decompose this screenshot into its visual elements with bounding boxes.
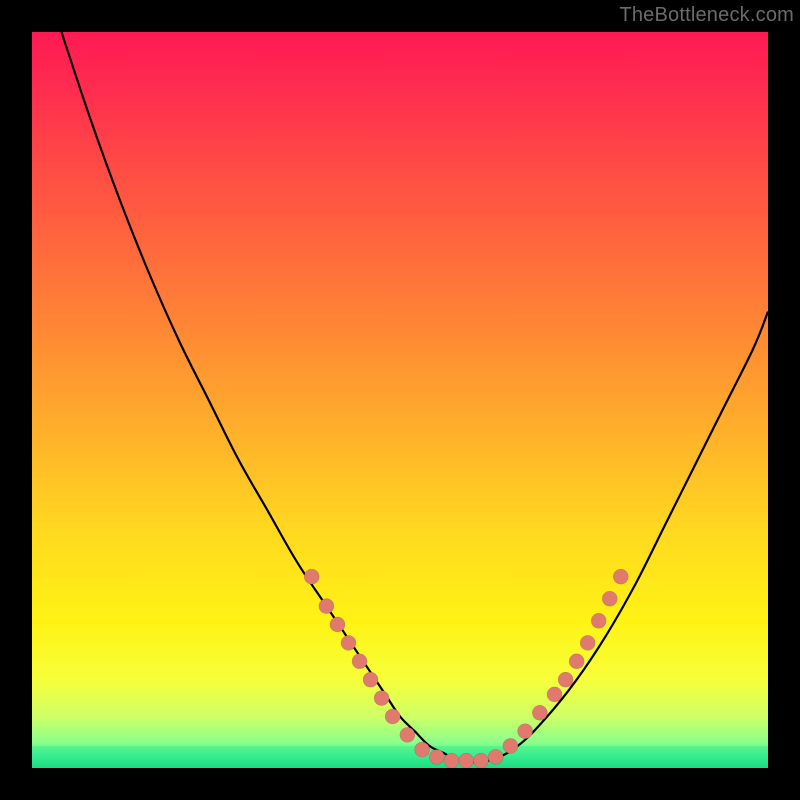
chart-marker [330, 617, 345, 632]
chart-marker [304, 569, 319, 584]
chart-frame: TheBottleneck.com [0, 0, 800, 800]
chart-plot-area [32, 32, 768, 768]
chart-marker [488, 749, 503, 764]
chart-marker [415, 742, 430, 757]
watermark-text: TheBottleneck.com [619, 4, 794, 27]
chart-marker [374, 691, 389, 706]
chart-marker [341, 635, 356, 650]
chart-marker [558, 672, 573, 687]
chart-marker [547, 687, 562, 702]
chart-marker [319, 599, 334, 614]
chart-marker [363, 672, 378, 687]
chart-marker [532, 705, 547, 720]
chart-marker [385, 709, 400, 724]
chart-marker [352, 654, 367, 669]
chart-marker [459, 753, 474, 768]
chart-marker [569, 654, 584, 669]
chart-marker [613, 569, 628, 584]
chart-marker [580, 635, 595, 650]
chart-marker [473, 753, 488, 768]
chart-background-gradient [32, 32, 768, 768]
chart-marker [591, 613, 606, 628]
chart-svg [32, 32, 768, 768]
chart-marker [429, 749, 444, 764]
chart-marker [503, 738, 518, 753]
chart-marker [518, 724, 533, 739]
chart-marker [602, 591, 617, 606]
chart-plateau-band [32, 746, 768, 768]
chart-marker [444, 753, 459, 768]
chart-marker [400, 727, 415, 742]
